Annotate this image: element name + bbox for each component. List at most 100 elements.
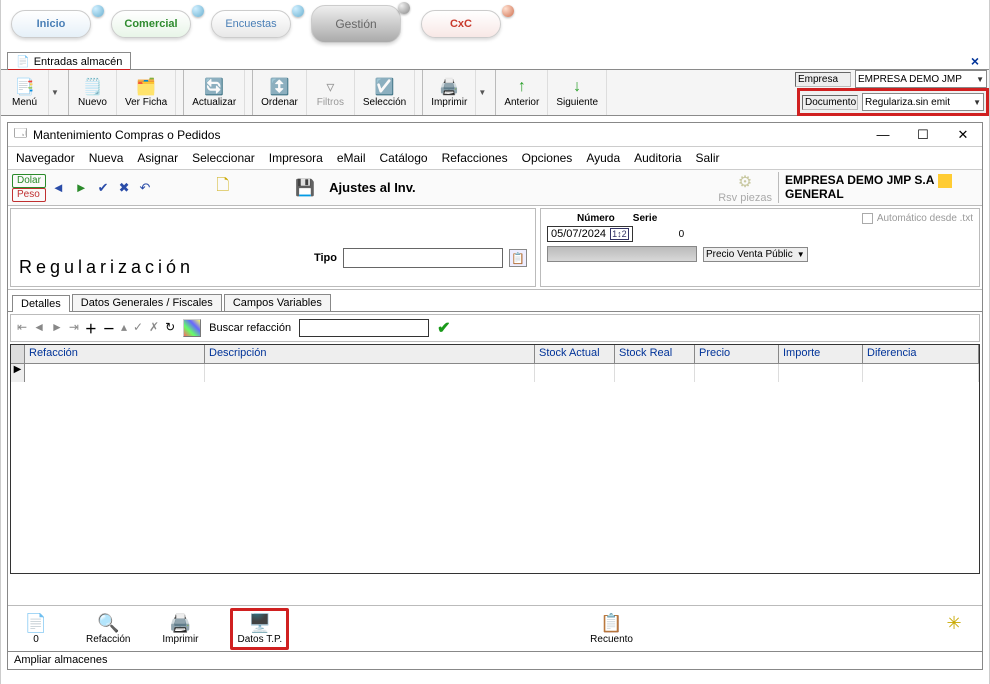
toolbar-imprimir[interactable]: 🖨️ Imprimir [423, 70, 476, 115]
bb-refaccion[interactable]: 🔍 Refacción [86, 613, 130, 645]
toolbar-menu-dd[interactable]: ▼ [49, 70, 61, 115]
nav-next[interactable]: ► [75, 180, 88, 195]
menu-opciones[interactable]: Opciones [522, 151, 573, 165]
statusbar: Ampliar almacenes [8, 651, 982, 669]
save-icon[interactable]: 💾 [295, 178, 315, 198]
numero-value: 0 [679, 229, 685, 240]
serie-label: Serie [633, 213, 657, 224]
date-input[interactable]: 05/07/2024 1↕2 [547, 226, 633, 242]
grid-first-icon[interactable]: ⇤ [17, 320, 27, 337]
bb-zero[interactable]: 📄 0 [16, 613, 56, 645]
search-label: Buscar refacción [209, 322, 291, 334]
prev-icon: ↑ [518, 77, 526, 97]
window-title: Mantenimiento Compras o Pedidos [33, 128, 220, 142]
new-doc-icon[interactable]: 🗋 [216, 174, 229, 201]
main-toolbar: 📑 Menú ▼ 🗒️ Nuevo 🗂️ Ver Ficha 🔄 Actuali… [1, 70, 989, 116]
menu-salir[interactable]: Salir [696, 151, 720, 165]
nav-first[interactable]: ◄ [52, 180, 65, 195]
menu-ayuda[interactable]: Ayuda [586, 151, 620, 165]
grid: Refacción Descripción Stock Actual Stock… [10, 344, 980, 574]
tab-datos-generales[interactable]: Datos Generales / Fiscales [72, 294, 222, 311]
header-right: Automático desde .txt Número Serie 05/07… [540, 208, 980, 287]
window-close[interactable]: ✕ [950, 127, 976, 143]
grid-next-icon[interactable]: ► [51, 320, 63, 337]
grid-post-icon[interactable]: ✓ [133, 320, 143, 337]
auto-from-txt-checkbox[interactable]: Automático desde .txt [862, 213, 973, 224]
nav-check[interactable]: ✔ [98, 180, 109, 196]
grid-color-icon[interactable] [183, 319, 201, 337]
header-area: Regularización Tipo 📋 Automático desde .… [8, 206, 982, 290]
nav-undo[interactable]: ↶ [139, 180, 150, 196]
col-precio[interactable]: Precio [695, 345, 779, 363]
toolbar-seleccion[interactable]: ☑️ Selección [355, 70, 415, 115]
toolbar-ver-ficha[interactable]: 🗂️ Ver Ficha [117, 70, 176, 115]
document-tab-close[interactable]: × [967, 53, 983, 69]
nav-cxc[interactable]: CxC [421, 10, 501, 38]
document-tab-label: Entradas almacén [34, 56, 123, 68]
menu-catalogo[interactable]: Catálogo [380, 151, 428, 165]
col-refaccion[interactable]: Refacción [25, 345, 205, 363]
grid-cancel-icon[interactable]: ✗ [149, 320, 159, 337]
menu-impresora[interactable]: Impresora [269, 151, 323, 165]
documento-select[interactable]: Regulariza.sin emit▼ [862, 93, 984, 111]
menubar: Navegador Nueva Asignar Seleccionar Impr… [8, 147, 982, 170]
tabs: Detalles Datos Generales / Fiscales Camp… [8, 294, 982, 312]
bb-datos-tp[interactable]: 🖥️ Datos T.P. [230, 608, 289, 650]
toolbar-actualizar[interactable]: 🔄 Actualizar [184, 70, 245, 115]
empresa-label: Empresa [795, 72, 851, 87]
filter-icon: ▿ [326, 77, 334, 97]
window-maximize[interactable]: ☐ [910, 127, 936, 143]
menu-nueva[interactable]: Nueva [89, 151, 124, 165]
col-importe[interactable]: Importe [779, 345, 863, 363]
menu-navegador[interactable]: Navegador [16, 151, 75, 165]
grid-prev-icon[interactable]: ◄ [33, 320, 45, 337]
toolbar-anterior[interactable]: ↑ Anterior [496, 70, 548, 115]
date-picker-icon[interactable]: 1↕2 [610, 228, 629, 240]
toolbar-siguiente[interactable]: ↓ Siguiente [548, 70, 607, 115]
nav-inicio[interactable]: Inicio [11, 10, 91, 38]
grid-refresh-icon[interactable]: ↻ [165, 320, 175, 337]
col-stock-real[interactable]: Stock Real [615, 345, 695, 363]
toolbar-imprimir-dd[interactable]: ▼ [476, 70, 488, 115]
tab-detalles[interactable]: Detalles [12, 295, 70, 312]
bottom-bar: 📄 0 🔍 Refacción 🖨️ Imprimir 🖥️ Datos T.P… [8, 605, 982, 651]
bb-recuento[interactable]: 📋 Recuento [590, 613, 633, 645]
selection-icon: ☑️ [375, 77, 395, 97]
nav-cancel[interactable]: ✖ [119, 180, 130, 196]
menu-auditoria[interactable]: Auditoria [634, 151, 681, 165]
table-row[interactable]: ▶ [11, 364, 979, 382]
nav-gestion[interactable]: Gestión [311, 5, 401, 43]
currency-toggle[interactable]: Dolar Peso [12, 174, 46, 202]
col-diferencia[interactable]: Diferencia [863, 345, 979, 363]
grid-last-icon[interactable]: ⇥ [69, 320, 79, 337]
document-tab-entradas-almacen[interactable]: 📄 Entradas almacén [7, 52, 131, 70]
menu-asignar[interactable]: Asignar [137, 151, 178, 165]
empresa-select[interactable]: EMPRESA DEMO JMP▼ [855, 70, 987, 88]
precio-select[interactable]: Precio Venta Públic▼ [703, 247, 808, 262]
new-icon: 🗒️ [83, 77, 103, 97]
grid-add-icon[interactable]: ＋ [85, 320, 97, 337]
tab-campos-variables[interactable]: Campos Variables [224, 294, 331, 311]
grid-del-icon[interactable]: － [103, 320, 115, 337]
window-minimize[interactable]: — [870, 127, 896, 143]
tipo-lookup-button[interactable]: 📋 [509, 249, 527, 267]
sort-icon: ↕️ [270, 77, 290, 97]
search-input[interactable] [299, 319, 429, 337]
col-stock-actual[interactable]: Stock Actual [535, 345, 615, 363]
col-descripcion[interactable]: Descripción [205, 345, 535, 363]
tipo-input[interactable] [343, 248, 503, 268]
nav-encuestas[interactable]: Encuestas [211, 10, 291, 38]
toolbar-nuevo[interactable]: 🗒️ Nuevo [69, 70, 117, 115]
window-icon: 🗔 [14, 124, 27, 145]
toolbar-filtros[interactable]: ▿ Filtros [307, 70, 355, 115]
toolbar-ordenar[interactable]: ↕️ Ordenar [253, 70, 307, 115]
search-go-icon[interactable]: ✔ [437, 318, 450, 338]
grid-edit-icon[interactable]: ▴ [121, 320, 127, 337]
bb-misc[interactable]: ✳ [934, 613, 974, 645]
menu-refacciones[interactable]: Refacciones [442, 151, 508, 165]
toolbar-menu[interactable]: 📑 Menú [1, 70, 49, 115]
menu-email[interactable]: eMail [337, 151, 366, 165]
nav-comercial[interactable]: Comercial [111, 10, 191, 38]
bb-imprimir[interactable]: 🖨️ Imprimir [160, 613, 200, 645]
menu-seleccionar[interactable]: Seleccionar [192, 151, 255, 165]
